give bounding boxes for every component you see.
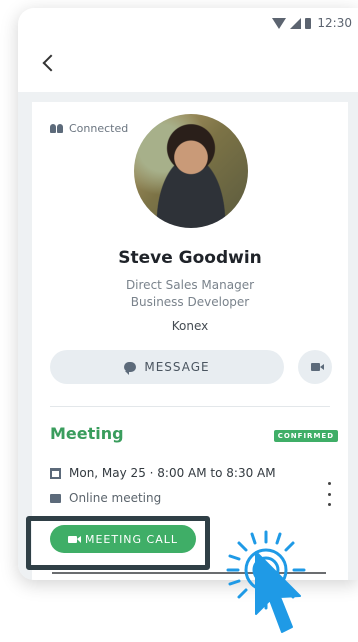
more-options-icon[interactable] [324, 482, 334, 506]
status-time: 12:30 [317, 16, 352, 30]
status-bar: 12:30 [18, 8, 358, 42]
profile-card: Connected Steve Goodwin Direct Sales Man… [32, 102, 348, 580]
profile-role-1: Direct Sales Manager [125, 278, 255, 292]
chat-bubble-icon [124, 362, 137, 375]
video-camera-icon [310, 363, 324, 371]
nav-bar [18, 42, 358, 92]
meeting-title: Meeting [50, 424, 124, 443]
meeting-date-time: Mon, May 25 · 8:00 AM to 8:30 AM [69, 466, 276, 480]
signal-icon [290, 17, 302, 29]
wifi-icon [272, 17, 287, 29]
profile-role-2: Business Developer [130, 295, 250, 309]
status-icons: 12:30 [272, 16, 352, 30]
chevron-left-icon [42, 54, 60, 72]
monitor-icon [50, 493, 61, 503]
video-call-button[interactable] [298, 350, 332, 384]
connection-status: Connected [50, 122, 128, 135]
cursor-arrow-icon [255, 551, 301, 633]
profile-name: Steve Goodwin [118, 248, 262, 268]
calendar-icon [50, 467, 61, 479]
divider [50, 406, 330, 407]
message-button[interactable]: MESSAGE [50, 350, 284, 384]
meeting-location-row: Online meeting [50, 491, 161, 505]
connection-label: Connected [69, 122, 129, 135]
highlight-frame [26, 516, 210, 570]
phone-frame: 12:30 Connected Steve Goodwin Direct Sal… [18, 8, 358, 580]
status-badge: CONFIRMED [273, 430, 338, 442]
message-button-label: MESSAGE [144, 360, 210, 374]
avatar [134, 114, 248, 228]
users-icon [50, 124, 63, 133]
meeting-date-row: Mon, May 25 · 8:00 AM to 8:30 AM [50, 466, 276, 480]
battery-icon [305, 17, 312, 29]
meeting-location: Online meeting [69, 491, 162, 505]
profile-company: Konex [171, 319, 209, 333]
back-button[interactable] [38, 52, 60, 74]
